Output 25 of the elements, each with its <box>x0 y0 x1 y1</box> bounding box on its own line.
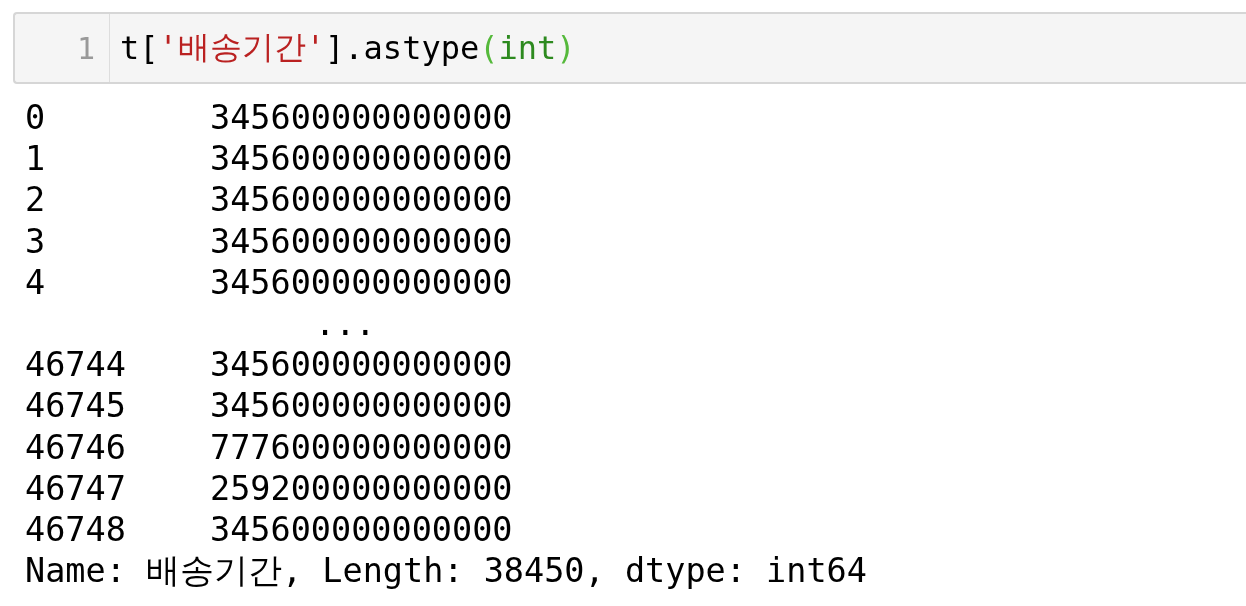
row-index: 4 <box>25 261 47 303</box>
row-value: 345600000000000 <box>210 344 513 386</box>
row-index: 46744 <box>25 344 127 386</box>
row-index: 46745 <box>25 385 127 427</box>
row-value: 345600000000000 <box>210 385 513 427</box>
line-number: 1 <box>76 30 95 66</box>
code-line: t['배송기간'].astype(int) <box>119 27 576 69</box>
row-value: 345600000000000 <box>210 261 513 303</box>
row-index: 3 <box>25 220 47 262</box>
row-value: 345600000000000 <box>210 138 513 180</box>
row-index: 1 <box>25 138 47 180</box>
row-value: 777600000000000 <box>210 426 513 468</box>
row-index: 46746 <box>25 426 127 468</box>
series-summary: Name: 배송기간, Length: 38450, dtype: int64 <box>25 550 867 592</box>
row-value: 345600000000000 <box>210 220 513 262</box>
row-value: 345600000000000 <box>210 509 513 551</box>
row-value: 259200000000000 <box>210 467 513 510</box>
row-value: 345600000000000 <box>210 179 513 221</box>
row-index: 46748 <box>25 509 127 551</box>
row-index: 2 <box>25 179 47 221</box>
row-index: 46747 <box>25 467 127 510</box>
row-value: 345600000000000 <box>210 97 513 139</box>
ellipsis: ... <box>314 303 376 345</box>
code-cell[interactable]: 1 t['배송기간'].astype(int) <box>13 12 1246 84</box>
row-index: 0 <box>25 97 47 139</box>
